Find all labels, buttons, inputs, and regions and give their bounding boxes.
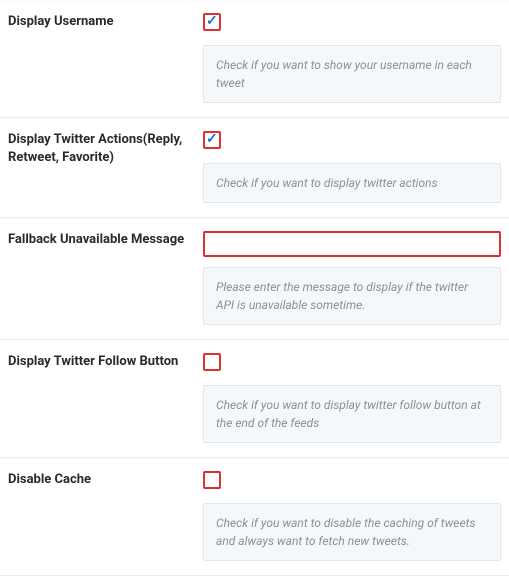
setting-label: Display Twitter Follow Button: [8, 353, 203, 443]
setting-control: Check if you want to disable the caching…: [203, 471, 501, 561]
setting-row-display-follow-button: Display Twitter Follow Button Check if y…: [0, 340, 509, 458]
setting-control: Please enter the message to display if t…: [203, 231, 501, 325]
setting-label: Display Username: [8, 13, 203, 103]
help-text: Check if you want to display twitter act…: [203, 163, 501, 203]
setting-control: Check if you want to display twitter act…: [203, 131, 501, 203]
help-text: Please enter the message to display if t…: [203, 267, 501, 325]
settings-form: Display Username Check if you want to sh…: [0, 0, 509, 576]
display-follow-button-checkbox[interactable]: [203, 353, 221, 371]
setting-row-display-twitter-actions: Display Twitter Actions(Reply, Retweet, …: [0, 118, 509, 218]
setting-row-display-username: Display Username Check if you want to sh…: [0, 0, 509, 118]
help-text: Check if you want to display twitter fol…: [203, 385, 501, 443]
setting-row-fallback-message: Fallback Unavailable Message Please ente…: [0, 218, 509, 340]
fallback-message-input[interactable]: [203, 231, 501, 257]
help-text: Check if you want to disable the caching…: [203, 503, 501, 561]
setting-row-disable-cache: Disable Cache Check if you want to disab…: [0, 458, 509, 576]
display-twitter-actions-checkbox[interactable]: [203, 131, 221, 149]
setting-control: Check if you want to show your username …: [203, 13, 501, 103]
setting-label: Disable Cache: [8, 471, 203, 561]
setting-label: Fallback Unavailable Message: [8, 231, 203, 325]
setting-control: Check if you want to display twitter fol…: [203, 353, 501, 443]
disable-cache-checkbox[interactable]: [203, 471, 221, 489]
display-username-checkbox[interactable]: [203, 13, 221, 31]
help-text: Check if you want to show your username …: [203, 45, 501, 103]
setting-label: Display Twitter Actions(Reply, Retweet, …: [8, 131, 203, 203]
